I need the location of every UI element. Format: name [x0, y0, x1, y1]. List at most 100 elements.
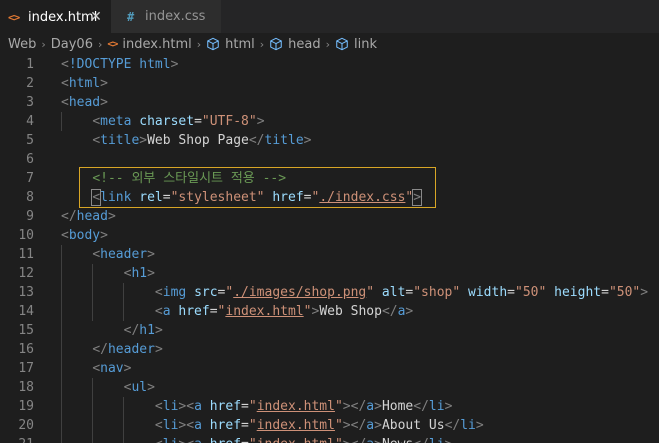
code-line[interactable]: 18 <ul>	[0, 378, 659, 397]
code-token: =	[507, 285, 515, 300]
breadcrumb-item-head[interactable]: head	[288, 37, 320, 52]
code-token: href	[178, 304, 210, 319]
breadcrumb-item-web[interactable]: Web	[8, 37, 36, 52]
code-token: html	[68, 76, 101, 91]
line-number: 1	[26, 57, 34, 72]
code-token: =	[241, 437, 249, 443]
code-text: <li><a href="index.html"></a>Home</li>	[61, 397, 452, 416]
code-token: =	[209, 304, 218, 319]
code-line[interactable]: 14 <a href="index.html">Web Shop</a>	[0, 302, 659, 321]
code-line[interactable]: 16 </header>	[0, 340, 659, 359]
code-token: head	[76, 209, 108, 224]
code-token: h1	[131, 266, 148, 281]
code-line[interactable]: 12 <h1>	[0, 264, 659, 283]
breadcrumb-item-file[interactable]: index.html	[122, 37, 191, 52]
code-token: href	[209, 399, 242, 414]
code-line[interactable]: 21 <li><a href="index.html"></a>News</li…	[0, 435, 659, 443]
code-line[interactable]: 1 <!DOCTYPE html>	[0, 55, 659, 74]
bracket-match-box	[91, 189, 101, 206]
symbol-cube-icon	[207, 37, 219, 51]
code-text: <li><a href="index.html"></a>About Us</l…	[61, 416, 484, 435]
code-token: <	[61, 95, 69, 110]
code-text: <img src="./images/shop.png" alt="shop" …	[61, 283, 648, 302]
tab-bar: <> index.html ✕ # index.css	[0, 0, 659, 33]
breadcrumb-item-link[interactable]: link	[354, 37, 377, 52]
code-token: li	[163, 437, 179, 443]
code-token: >	[123, 361, 132, 376]
code-line[interactable]: 20 <li><a href="index.html"></a>About Us…	[0, 416, 659, 435]
code-token: <	[154, 399, 163, 414]
code-line[interactable]: 6	[0, 150, 659, 169]
code-token: </	[381, 304, 398, 319]
code-token: ></	[343, 437, 366, 443]
code-token: =	[194, 114, 202, 129]
code-text: <a href="index.html">Web Shop</a>	[61, 302, 413, 321]
code-token: index.html	[225, 304, 304, 319]
code-token: "	[249, 437, 257, 443]
code-token: header	[100, 247, 148, 262]
code-text: </header>	[61, 340, 162, 359]
code-token: li	[429, 437, 445, 443]
line-number: 13	[18, 285, 34, 300]
close-icon[interactable]: ✕	[89, 10, 103, 24]
code-line[interactable]: 13 <img src="./images/shop.png" alt="sho…	[0, 283, 659, 302]
code-line[interactable]: 15 </h1>	[0, 321, 659, 340]
code-token: ./index.css	[319, 190, 406, 205]
code-token: a	[366, 399, 375, 414]
code-line[interactable]: 19 <li><a href="index.html"></a>Home</li…	[0, 397, 659, 416]
code-token: <	[61, 228, 69, 243]
code-line[interactable]: 10 <body>	[0, 226, 659, 245]
code-token: >	[256, 114, 265, 129]
code-token: link	[100, 190, 132, 205]
code-token: =	[162, 190, 171, 205]
code-token: li	[162, 399, 179, 414]
line-number: 6	[26, 152, 34, 167]
code-line[interactable]: 17 <nav>	[0, 359, 659, 378]
code-token: !DOCTYPE	[68, 57, 132, 72]
code-token: "stylesheet"	[170, 190, 265, 205]
code-text: <ul>	[61, 378, 155, 397]
code-text: <link rel="stylesheet" href="./index.css…	[61, 188, 421, 207]
code-token: "	[366, 285, 375, 300]
code-token: title	[264, 133, 304, 148]
line-number: 3	[26, 95, 34, 110]
code-line[interactable]: 4 <meta charset="UTF-8">	[0, 112, 659, 131]
code-line[interactable]: 2 <html>	[0, 74, 659, 93]
code-token: >	[640, 285, 649, 300]
tab-index-css[interactable]: # index.css	[111, 0, 221, 33]
line-number: 21	[0, 435, 34, 443]
code-line[interactable]: 3 <head>	[0, 93, 659, 112]
line-number: 11	[18, 247, 34, 262]
code-text: <!DOCTYPE html>	[61, 55, 178, 74]
breadcrumb-item-html[interactable]: html	[225, 37, 255, 52]
code-token: </	[248, 133, 265, 148]
breadcrumb: Web › Day06 › <> index.html › html › hea…	[0, 33, 659, 55]
symbol-cube-icon	[270, 37, 282, 51]
code-line[interactable]: 11 <header>	[0, 245, 659, 264]
code-line[interactable]: 5 <title>Web Shop Page</title>	[0, 131, 659, 150]
code-token: </	[444, 418, 461, 433]
code-area[interactable]: 1 <!DOCTYPE html> 2 <html> 3 <head> 4 <meta ch…	[0, 55, 659, 443]
code-token: img	[162, 285, 187, 300]
code-line[interactable]: 7 <!-- 외부 스타일시트 적용 -->	[0, 169, 659, 188]
code-token: Home	[381, 399, 414, 414]
line-number: 12	[18, 266, 34, 281]
code-token: li	[162, 418, 179, 433]
tab-index-html[interactable]: <> index.html ✕	[0, 0, 111, 33]
code-line[interactable]: 9 </head>	[0, 207, 659, 226]
code-token: a	[366, 437, 374, 443]
code-token: href	[272, 190, 304, 205]
code-token: >	[147, 380, 155, 395]
code-token: =	[241, 399, 249, 414]
breadcrumb-item-day06[interactable]: Day06	[51, 37, 93, 52]
code-token: ><	[178, 418, 195, 433]
